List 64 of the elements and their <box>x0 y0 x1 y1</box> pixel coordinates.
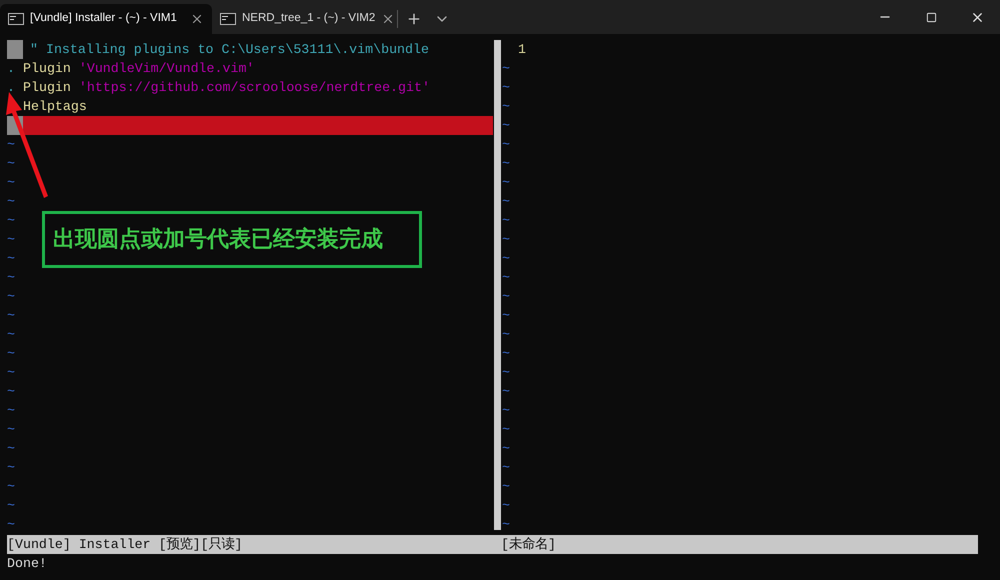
empty-line-tilde: ~ <box>502 213 510 228</box>
cursor-block <box>7 40 23 59</box>
empty-line-tilde: ~ <box>7 270 15 285</box>
empty-line-tilde: ~ <box>502 80 510 95</box>
empty-line-tilde: ~ <box>7 441 15 456</box>
empty-line-tilde: ~ <box>7 479 15 494</box>
terminal-icon <box>220 13 236 25</box>
annotation-callout: 出现圆点或加号代表已经安装完成 <box>42 211 422 268</box>
empty-line-tilde: ~ <box>502 99 510 114</box>
empty-line-tilde: ~ <box>502 137 510 152</box>
empty-line-tilde: ~ <box>502 403 510 418</box>
empty-line-tilde: ~ <box>7 308 15 323</box>
code-line: Plugin 'VundleVim/Vundle.vim' <box>23 60 254 78</box>
code-line: Helptags <box>23 98 87 116</box>
empty-line-tilde: ~ <box>502 61 510 76</box>
new-tab-icon[interactable] <box>406 11 422 27</box>
empty-line-tilde: ~ <box>7 251 15 266</box>
empty-line-tilde: ~ <box>7 517 15 532</box>
empty-line-tilde: ~ <box>7 289 15 304</box>
empty-line-tilde: ~ <box>502 441 510 456</box>
maximize-icon[interactable] <box>926 12 936 22</box>
empty-line-tilde: ~ <box>502 156 510 171</box>
close-icon[interactable] <box>190 12 204 26</box>
terminal-tab[interactable]: [Vundle] Installer - (~) - VIM1 <box>0 4 212 34</box>
empty-line-tilde: ~ <box>502 251 510 266</box>
empty-line-tilde: ~ <box>502 175 510 190</box>
status-line: [未命名] <box>501 536 557 554</box>
empty-line-tilde: ~ <box>502 479 510 494</box>
empty-line-tilde: ~ <box>502 384 510 399</box>
empty-line-tilde: ~ <box>502 346 510 361</box>
code-line: " Installing plugins to C:\Users\53111\.vim\bundle <box>30 41 429 59</box>
terminal-icon <box>8 13 24 25</box>
empty-line-tilde: ~ <box>7 422 15 437</box>
empty-line-tilde: ~ <box>7 213 15 228</box>
command-message: Done! <box>7 556 47 571</box>
code-line: Plugin 'https://github.com/scrooloose/nerdtree.git' <box>23 79 430 97</box>
empty-line-tilde: ~ <box>502 365 510 380</box>
empty-line-tilde: ~ <box>502 232 510 247</box>
empty-line-tilde: ~ <box>502 327 510 342</box>
line-number: 1 <box>518 42 526 57</box>
empty-line-tilde: ~ <box>502 498 510 513</box>
empty-line-tilde: ~ <box>502 270 510 285</box>
empty-line-tilde: ~ <box>7 327 15 342</box>
empty-line-tilde: ~ <box>502 194 510 209</box>
empty-line-tilde: ~ <box>7 498 15 513</box>
status-marker: . <box>7 79 16 97</box>
empty-line-tilde: ~ <box>7 460 15 475</box>
empty-line-tilde: ~ <box>502 422 510 437</box>
empty-line-tilde: ~ <box>7 194 15 209</box>
empty-line-tilde: ~ <box>7 232 15 247</box>
empty-line-tilde: ~ <box>7 384 15 399</box>
empty-line-tilde: ~ <box>7 346 15 361</box>
empty-line-tilde: ~ <box>502 118 510 133</box>
empty-line-tilde: ~ <box>7 175 15 190</box>
status-marker: . <box>7 60 16 78</box>
empty-line-tilde: ~ <box>502 289 510 304</box>
empty-line-tilde: ~ <box>7 365 15 380</box>
empty-line-tilde: ~ <box>7 137 15 152</box>
empty-line-tilde: ~ <box>7 156 15 171</box>
empty-line-tilde: ~ <box>7 403 15 418</box>
status-line: [Vundle] Installer [预览][只读] <box>7 536 244 554</box>
empty-line-tilde: ~ <box>502 308 510 323</box>
empty-line-tilde: ~ <box>502 460 510 475</box>
empty-line-tilde: ~ <box>502 517 510 532</box>
